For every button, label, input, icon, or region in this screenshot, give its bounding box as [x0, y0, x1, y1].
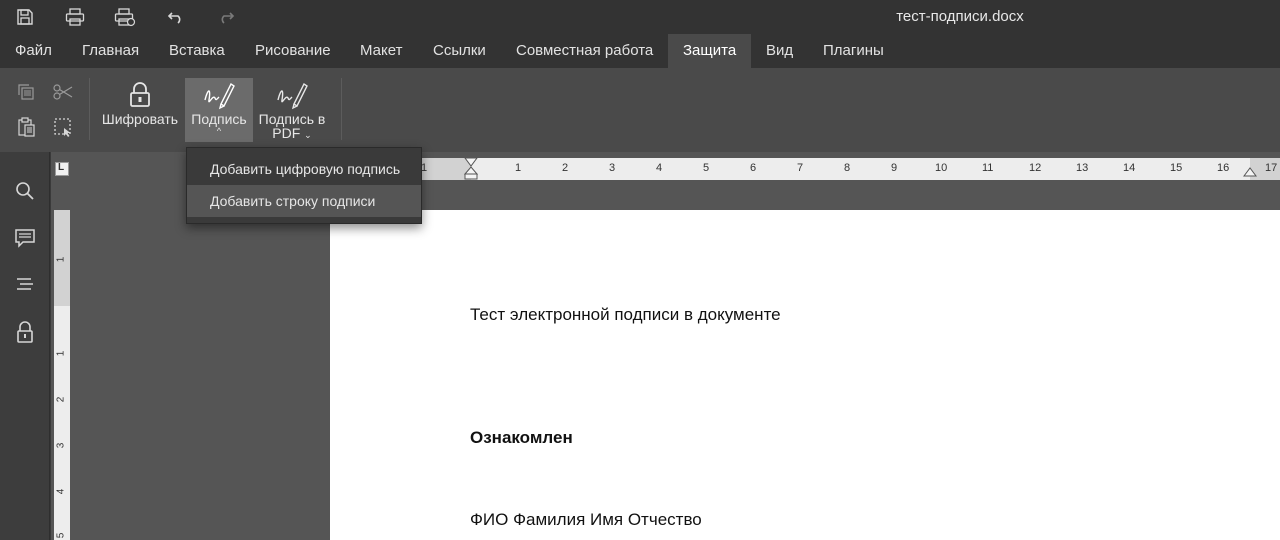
redo-icon[interactable]: [212, 4, 240, 30]
tab-collaboration[interactable]: Совместная работа: [501, 34, 668, 68]
ruler-mark: 9: [891, 162, 898, 174]
document-paragraph[interactable]: Тест электронной подписи в документе: [470, 305, 781, 325]
paste-icon[interactable]: [13, 114, 39, 140]
tab-file[interactable]: Файл: [0, 34, 67, 68]
pdf-signature-button[interactable]: Подпись в PDF ⌄: [255, 78, 329, 142]
ruler-mark: 8: [844, 162, 851, 174]
ruler-mark: 5: [55, 532, 67, 539]
ribbon-separator: [89, 78, 90, 140]
tab-protection[interactable]: Защита: [668, 34, 751, 68]
ruler-mark: 1: [55, 256, 67, 263]
pdf-signature-pen-icon: [275, 78, 309, 112]
chevron-down-icon: ⌄: [304, 130, 312, 140]
left-indent-marker[interactable]: [464, 158, 478, 180]
ruler-tab-selector[interactable]: L: [55, 162, 69, 176]
pdf-signature-label-pdf: PDF: [272, 125, 301, 141]
ribbon-separator: [341, 78, 342, 140]
ruler-mark: 7: [797, 162, 804, 174]
left-sidebar: [0, 152, 50, 540]
ruler-mark: 11: [982, 162, 994, 174]
lock-icon[interactable]: [10, 317, 40, 347]
vertical-ruler[interactable]: 1 1 2 3 4 5: [54, 210, 70, 540]
pdf-signature-label-line1: Подпись в: [258, 111, 326, 127]
document-paragraph[interactable]: ФИО Фамилия Имя Отчество: [470, 510, 702, 530]
lock-icon: [128, 78, 152, 112]
print-icon[interactable]: [61, 4, 89, 30]
tab-insert[interactable]: Вставка: [154, 34, 240, 68]
ruler-mark: 3: [55, 442, 67, 449]
tab-plugins[interactable]: Плагины: [808, 34, 899, 68]
encrypt-button[interactable]: Шифровать: [97, 78, 183, 142]
ruler-mark: 2: [562, 162, 569, 174]
copy-icon[interactable]: [13, 79, 39, 105]
ruler-mark: 14: [1123, 162, 1136, 174]
tab-references[interactable]: Ссылки: [418, 34, 501, 68]
encrypt-label: Шифровать: [101, 111, 179, 127]
tab-draw[interactable]: Рисование: [240, 34, 346, 68]
tab-layout[interactable]: Макет: [345, 34, 417, 68]
tab-home[interactable]: Главная: [67, 34, 154, 68]
ruler-mark: 16: [1217, 162, 1230, 174]
signature-label: Подпись: [191, 111, 247, 127]
ruler-mark: 1: [55, 350, 67, 357]
ruler-mark: 13: [1076, 162, 1089, 174]
document-heading[interactable]: Ознакомлен: [470, 428, 573, 448]
ruler-tab-label: L: [58, 162, 65, 173]
document-page[interactable]: Тест электронной подписи в документе Озн…: [330, 210, 1280, 540]
ruler-mark: 17: [1265, 162, 1278, 174]
ruler-mark: 15: [1170, 162, 1183, 174]
ruler-mark: 2: [55, 396, 67, 403]
comments-icon[interactable]: [10, 223, 40, 253]
ruler-mark: 4: [55, 488, 67, 495]
ruler-mark: 10: [935, 162, 948, 174]
ribbon-toolbar: Шифровать Подпись ^ Подпись в PDF ⌄: [0, 68, 1280, 152]
document-title: тест-подписи.docx: [896, 8, 1024, 25]
menu-bar: Файл Главная Вставка Рисование Макет Ссы…: [0, 34, 1280, 68]
add-digital-signature-item[interactable]: Добавить цифровую подпись: [187, 153, 421, 185]
signature-dropdown-menu: Добавить цифровую подпись Добавить строк…: [186, 147, 422, 224]
undo-icon[interactable]: [162, 4, 190, 30]
select-all-icon[interactable]: [50, 114, 76, 140]
tab-view[interactable]: Вид: [751, 34, 808, 68]
pdf-signature-label-line2: PDF ⌄: [272, 126, 311, 140]
ruler-text-area: [54, 306, 70, 540]
quick-print-icon[interactable]: [111, 4, 139, 30]
ruler-mark: 3: [609, 162, 616, 174]
cut-icon[interactable]: [50, 79, 76, 105]
ruler-mark: 1: [515, 162, 522, 174]
title-bar: тест-подписи.docx: [0, 0, 1280, 34]
signature-pen-icon: [202, 78, 236, 112]
right-indent-marker[interactable]: [1243, 164, 1257, 178]
save-icon[interactable]: [11, 4, 39, 30]
search-icon[interactable]: [10, 176, 40, 206]
add-signature-line-item[interactable]: Добавить строку подписи: [187, 185, 421, 217]
navigation-icon[interactable]: [10, 270, 40, 300]
signature-button[interactable]: Подпись ^: [185, 78, 253, 142]
chevron-up-icon: ^: [216, 126, 222, 136]
ruler-mark: 5: [703, 162, 710, 174]
ruler-mark: 12: [1029, 162, 1042, 174]
ruler-mark: 6: [750, 162, 757, 174]
ruler-mark: 4: [656, 162, 663, 174]
horizontal-ruler[interactable]: 1 1 2 3 4 5 6 7 8 9 10 11 12 13 14 15 16…: [330, 158, 1280, 180]
